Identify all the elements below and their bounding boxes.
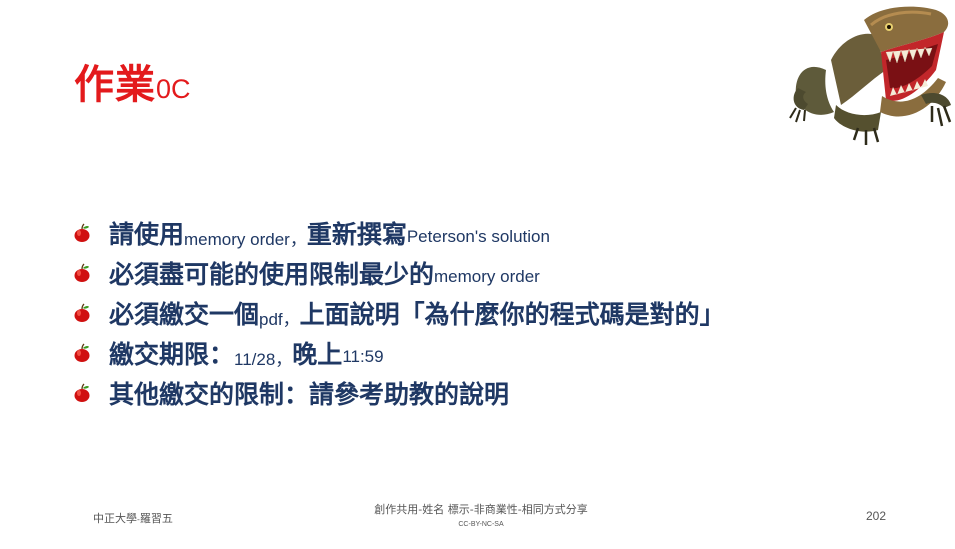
footer-license: 創作共用-姓名 標示-非商業性-相同方式分享 CC-BY-NC-SA	[365, 501, 597, 528]
slide-title: 作業0C	[74, 52, 191, 110]
bullet-text: 必須盡可能的使用限制最少的	[109, 260, 435, 289]
license-code: CC-BY-NC-SA	[458, 521, 504, 528]
apple-icon	[72, 263, 92, 283]
apple-icon	[72, 383, 92, 403]
slide-title-suffix: 0C	[156, 74, 191, 104]
footer-author: 中正大學-羅習五	[93, 510, 173, 526]
bullet-text: 其他繳交的限制：請參考助教的說明	[109, 380, 510, 409]
bullet-text: 請使用	[109, 220, 185, 249]
slide-title-main: 作業	[74, 62, 156, 108]
bullet-text: 必須繳交一個	[109, 300, 260, 329]
bullet-text: pdf，	[259, 309, 300, 329]
bullet-item: 繳交期限： 11/28， 晚上 11:59	[72, 333, 725, 373]
apple-icon	[72, 343, 92, 363]
bullet-item: 必須盡可能的使用限制最少的 memory order	[72, 253, 725, 293]
footer-author-name: 羅習五	[139, 512, 173, 525]
bullet-item: 請使用 memory order， 重新撰寫 Peterson's solution	[72, 213, 725, 253]
bullet-text: 晚上	[292, 340, 343, 369]
footer-university: 中正大學	[93, 512, 137, 525]
page-number: 202	[866, 509, 887, 523]
slide: 作業0C 請使用 memory order， 重新撰寫 Peterson's solu…	[0, 0, 955, 549]
bullet-text: 上面說明「為什麼你的程式碼是對的」	[299, 300, 725, 329]
bullet-list: 請使用 memory order， 重新撰寫 Peterson's solution 必…	[72, 213, 725, 413]
apple-icon	[72, 223, 92, 243]
license-text: 創作共用-姓名 標示-非商業性-相同方式分享	[374, 503, 588, 516]
bullet-text: 11/28，	[234, 349, 293, 369]
bullet-text: 重新撰寫	[306, 220, 407, 249]
dinosaur-image	[789, 6, 952, 145]
bullet-text: Peterson's solution	[406, 227, 550, 246]
bullet-item: 其他繳交的限制：請參考助教的說明	[72, 373, 725, 413]
bullet-text: 繳交期限：	[109, 340, 235, 369]
apple-icon	[72, 303, 92, 323]
bullet-text: 11:59	[342, 347, 384, 366]
bullet-item: 必須繳交一個 pdf， 上面說明「為什麼你的程式碼是對的」	[72, 293, 725, 333]
bullet-text: memory order，	[184, 229, 307, 249]
bullet-text: memory order	[434, 267, 540, 286]
